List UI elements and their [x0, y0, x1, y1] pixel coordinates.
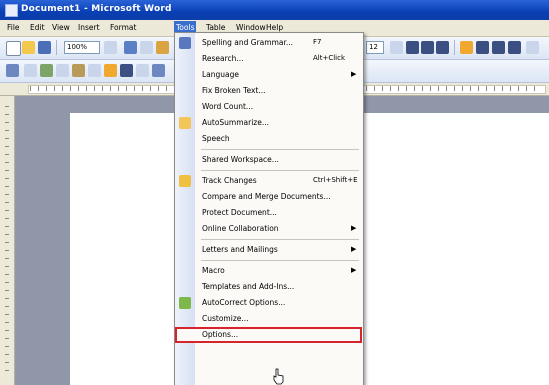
zoom-dropdown-icon[interactable] [104, 41, 117, 54]
tools-menu: Spelling and Grammar... F7 Research... A… [174, 32, 364, 385]
toolbar-separator [454, 40, 455, 55]
toolbar-button[interactable] [120, 64, 133, 77]
menu-separator [201, 170, 359, 171]
menu-item-macro[interactable]: Macro ▶ [175, 263, 363, 279]
menu-item-autocorrect-options[interactable]: AutoCorrect Options... [175, 295, 363, 311]
align-right-icon[interactable] [492, 41, 505, 54]
open-folder-icon[interactable] [22, 41, 35, 54]
menu-item-online-collaboration[interactable]: Online Collaboration ▶ [175, 221, 363, 237]
toolbar-button[interactable] [156, 41, 169, 54]
menu-item-research[interactable]: Research... Alt+Click [175, 51, 363, 67]
italic-icon[interactable] [421, 41, 434, 54]
menu-window[interactable]: Window [236, 23, 266, 32]
read-icon[interactable] [124, 41, 137, 54]
font-size-dropdown-icon[interactable] [390, 41, 403, 54]
align-left-icon[interactable] [460, 41, 473, 54]
submenu-arrow-icon: ▶ [351, 266, 357, 274]
menu-item-fix-broken-text[interactable]: Fix Broken Text... [175, 83, 363, 99]
word-app-icon [5, 4, 18, 17]
menu-insert[interactable]: Insert [78, 23, 100, 32]
toolbar-button[interactable] [88, 64, 101, 77]
menu-item-protect-document[interactable]: Protect Document... [175, 205, 363, 221]
menu-item-compare-and-merge[interactable]: Compare and Merge Documents... [175, 189, 363, 205]
menu-item-word-count[interactable]: Word Count... [175, 99, 363, 115]
ruler-ticks [5, 106, 9, 376]
toolbar-button[interactable] [104, 64, 117, 77]
menu-separator [201, 239, 359, 240]
menu-item-spelling-and-grammar[interactable]: Spelling and Grammar... F7 [175, 35, 363, 51]
window-title: Document1 - Microsoft Word [21, 4, 172, 14]
menu-item-language[interactable]: Language ▶ [175, 67, 363, 83]
title-bar: Document1 - Microsoft Word [0, 0, 549, 20]
menu-view[interactable]: View [52, 23, 70, 32]
bold-icon[interactable] [406, 41, 419, 54]
justify-icon[interactable] [508, 41, 521, 54]
submenu-arrow-icon: ▶ [351, 224, 357, 232]
menu-separator [201, 149, 359, 150]
mouse-cursor-icon [273, 368, 284, 385]
menu-file[interactable]: File [7, 23, 20, 32]
word-window: Document1 - Microsoft Word File Edit Vie… [0, 0, 549, 385]
menu-item-customize[interactable]: Customize... [175, 311, 363, 327]
menu-item-track-changes[interactable]: Track Changes Ctrl+Shift+E [175, 173, 363, 189]
menu-separator [201, 260, 359, 261]
toolbar-button[interactable] [140, 41, 153, 54]
toolbar-button[interactable] [24, 64, 37, 77]
menu-format[interactable]: Format [110, 23, 136, 32]
line-spacing-icon[interactable] [526, 41, 539, 54]
new-document-icon[interactable] [6, 41, 21, 56]
font-size-combo[interactable]: 12 [366, 41, 384, 54]
underline-icon[interactable] [436, 41, 449, 54]
menu-item-templates-and-add-ins[interactable]: Templates and Add-Ins... [175, 279, 363, 295]
menu-edit[interactable]: Edit [30, 23, 45, 32]
menu-item-options[interactable]: Options... [175, 327, 362, 343]
toolbar-button[interactable] [72, 64, 85, 77]
toolbar-button[interactable] [6, 64, 19, 77]
menu-item-speech[interactable]: Speech [175, 131, 363, 147]
toolbar-button[interactable] [56, 64, 69, 77]
menu-item-letters-and-mailings[interactable]: Letters and Mailings ▶ [175, 242, 363, 258]
zoom-combo[interactable]: 100% [64, 41, 100, 54]
spelling-icon [179, 37, 191, 49]
menu-item-shared-workspace[interactable]: Shared Workspace... [175, 152, 363, 168]
save-icon[interactable] [38, 41, 51, 54]
toolbar-button[interactable] [152, 64, 165, 77]
autosummarize-icon [179, 117, 191, 129]
submenu-arrow-icon: ▶ [351, 70, 357, 78]
toolbar-button[interactable] [136, 64, 149, 77]
submenu-arrow-icon: ▶ [351, 245, 357, 253]
vertical-ruler [0, 96, 15, 385]
menu-item-autosummarize[interactable]: AutoSummarize... [175, 115, 363, 131]
toolbar-button[interactable] [40, 64, 53, 77]
autocorrect-icon [179, 297, 191, 309]
toolbar-separator [56, 40, 57, 55]
menu-help[interactable]: Help [266, 23, 283, 32]
track-changes-icon [179, 175, 191, 187]
menu-table[interactable]: Table [206, 23, 225, 32]
align-center-icon[interactable] [476, 41, 489, 54]
